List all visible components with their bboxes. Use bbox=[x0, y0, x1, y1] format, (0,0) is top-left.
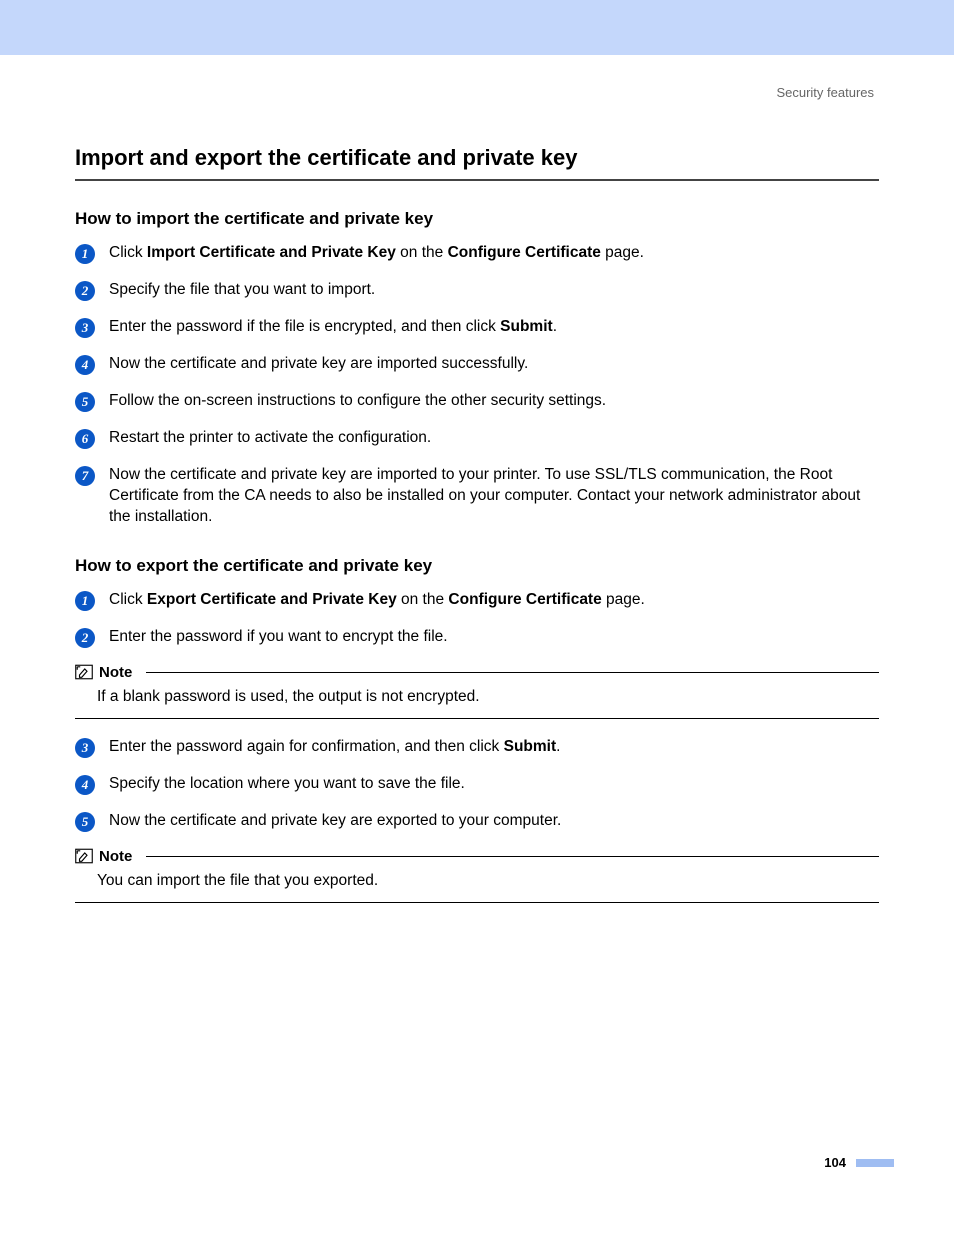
step-number-icon: 3 bbox=[75, 318, 95, 338]
step-number-icon: 7 bbox=[75, 466, 95, 486]
list-item: 1 Click Import Certificate and Private K… bbox=[75, 243, 879, 264]
section-heading-import: How to import the certificate and privat… bbox=[75, 209, 879, 229]
step-text: Specify the file that you want to import… bbox=[109, 280, 375, 301]
step-text: Now the certificate and private key are … bbox=[109, 811, 561, 832]
note-body: If a blank password is used, the output … bbox=[97, 687, 879, 708]
step-text: Click Export Certificate and Private Key… bbox=[109, 590, 645, 611]
list-item: 2 Specify the file that you want to impo… bbox=[75, 280, 879, 301]
note-icon bbox=[75, 664, 93, 680]
list-item: 2 Enter the password if you want to encr… bbox=[75, 627, 879, 648]
note-body: You can import the file that you exporte… bbox=[97, 871, 879, 892]
list-item: 4 Specify the location where you want to… bbox=[75, 774, 879, 795]
step-number-icon: 5 bbox=[75, 392, 95, 412]
step-text: Restart the printer to activate the conf… bbox=[109, 428, 431, 449]
list-item: 3 Enter the password if the file is encr… bbox=[75, 317, 879, 338]
export-steps-b: 3 Enter the password again for confirmat… bbox=[75, 737, 879, 832]
step-text: Follow the on-screen instructions to con… bbox=[109, 391, 606, 412]
page-title: Import and export the certificate and pr… bbox=[75, 145, 879, 171]
page-footer: 104 bbox=[0, 1155, 954, 1170]
step-text: Click Import Certificate and Private Key… bbox=[109, 243, 644, 264]
breadcrumb: Security features bbox=[75, 85, 874, 100]
title-rule bbox=[75, 179, 879, 181]
step-number-icon: 6 bbox=[75, 429, 95, 449]
header-band bbox=[0, 0, 954, 55]
step-number-icon: 4 bbox=[75, 775, 95, 795]
step-number-icon: 2 bbox=[75, 281, 95, 301]
note-rule bbox=[146, 672, 879, 673]
section-heading-export: How to export the certificate and privat… bbox=[75, 556, 879, 576]
step-text: Specify the location where you want to s… bbox=[109, 774, 465, 795]
note-icon bbox=[75, 848, 93, 864]
step-text: Enter the password if you want to encryp… bbox=[109, 627, 448, 648]
note-block: Note If a blank password is used, the ou… bbox=[75, 664, 879, 719]
step-number-icon: 5 bbox=[75, 812, 95, 832]
list-item: 4 Now the certificate and private key ar… bbox=[75, 354, 879, 375]
import-steps: 1 Click Import Certificate and Private K… bbox=[75, 243, 879, 528]
step-text: Now the certificate and private key are … bbox=[109, 354, 528, 375]
list-item: 1 Click Export Certificate and Private K… bbox=[75, 590, 879, 611]
list-item: 5 Now the certificate and private key ar… bbox=[75, 811, 879, 832]
note-block: Note You can import the file that you ex… bbox=[75, 848, 879, 903]
page-number: 104 bbox=[824, 1155, 846, 1170]
note-bottom-rule bbox=[75, 902, 879, 903]
step-number-icon: 2 bbox=[75, 628, 95, 648]
export-steps-a: 1 Click Export Certificate and Private K… bbox=[75, 590, 879, 648]
step-text: Now the certificate and private key are … bbox=[109, 465, 879, 528]
note-rule bbox=[146, 856, 879, 857]
note-bottom-rule bbox=[75, 718, 879, 719]
step-number-icon: 1 bbox=[75, 591, 95, 611]
note-label: Note bbox=[99, 664, 132, 681]
step-number-icon: 3 bbox=[75, 738, 95, 758]
step-text: Enter the password again for confirmatio… bbox=[109, 737, 560, 758]
step-text: Enter the password if the file is encryp… bbox=[109, 317, 557, 338]
step-number-icon: 1 bbox=[75, 244, 95, 264]
list-item: 6 Restart the printer to activate the co… bbox=[75, 428, 879, 449]
list-item: 5 Follow the on-screen instructions to c… bbox=[75, 391, 879, 412]
footer-bar bbox=[856, 1159, 894, 1167]
note-label: Note bbox=[99, 848, 132, 865]
step-number-icon: 4 bbox=[75, 355, 95, 375]
list-item: 3 Enter the password again for confirmat… bbox=[75, 737, 879, 758]
list-item: 7 Now the certificate and private key ar… bbox=[75, 465, 879, 528]
